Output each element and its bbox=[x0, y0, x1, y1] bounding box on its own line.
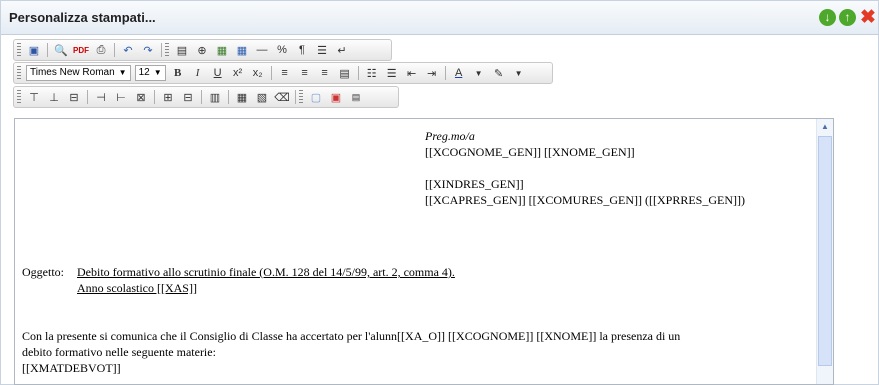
horizontal-rule-icon[interactable]: — bbox=[254, 42, 270, 58]
separator bbox=[47, 43, 48, 57]
indent-icon[interactable]: ⇥ bbox=[424, 65, 440, 81]
cell-props-icon[interactable]: ▥ bbox=[207, 89, 223, 105]
separator bbox=[161, 43, 162, 57]
insert-table-icon[interactable]: ▦ bbox=[234, 42, 250, 58]
undo-icon[interactable]: ↶ bbox=[120, 42, 136, 58]
close-icon[interactable]: ✖ bbox=[859, 8, 877, 27]
school-year-text: Anno scolastico [[XAS]] bbox=[77, 281, 197, 295]
grip-handle[interactable] bbox=[165, 43, 169, 57]
outdent-icon[interactable]: ⇤ bbox=[404, 65, 420, 81]
insert-row-above-icon[interactable]: ⊤ bbox=[26, 89, 42, 105]
scrollbar-thumb[interactable] bbox=[818, 136, 832, 366]
ordered-list-icon[interactable]: ☷ bbox=[364, 65, 380, 81]
split-cells-icon[interactable]: ⊟ bbox=[180, 89, 196, 105]
show-blocks-icon[interactable]: ▣ bbox=[328, 89, 344, 105]
merge-cells-icon[interactable]: ⊞ bbox=[160, 89, 176, 105]
separator bbox=[295, 90, 296, 104]
font-size-select[interactable]: 12 ▼ bbox=[134, 65, 166, 81]
save-icon[interactable]: ▣ bbox=[26, 42, 42, 58]
print-icon[interactable]: ⎙ bbox=[93, 42, 109, 58]
font-family-select[interactable]: Times New Roman ▼ bbox=[26, 65, 131, 81]
separator bbox=[114, 43, 115, 57]
address-line-2: [[XINDRES_GEN]] bbox=[425, 177, 524, 191]
insert-col-left-icon[interactable]: ⊣ bbox=[93, 89, 109, 105]
find-icon[interactable]: 🔍 bbox=[53, 42, 69, 58]
line-break-icon[interactable]: ↵ bbox=[334, 42, 350, 58]
chevron-down-icon: ▼ bbox=[118, 68, 127, 77]
separator bbox=[154, 90, 155, 104]
source-icon[interactable]: ▤ bbox=[348, 89, 364, 105]
separator bbox=[444, 66, 446, 80]
page-break-icon[interactable]: ☰ bbox=[314, 42, 330, 58]
pdf-icon[interactable]: PDF bbox=[73, 42, 89, 58]
title-bar: Personalizza stampati... ↓ ↑ ✖ bbox=[1, 1, 878, 35]
align-left-icon[interactable]: ≡ bbox=[277, 65, 293, 81]
table-copy-icon[interactable]: ▧ bbox=[254, 89, 270, 105]
eraser-icon[interactable]: ⌫ bbox=[274, 89, 290, 105]
highlight-icon[interactable]: ✎ bbox=[491, 65, 507, 81]
separator bbox=[201, 90, 202, 104]
borders-icon[interactable]: ▢ bbox=[308, 89, 324, 105]
table-props-icon[interactable]: ▦ bbox=[234, 89, 250, 105]
underline-icon[interactable]: U bbox=[210, 65, 226, 81]
align-center-icon[interactable]: ≡ bbox=[297, 65, 313, 81]
body-line-3: [[XMATDEBVOT]] bbox=[22, 361, 121, 375]
separator bbox=[228, 90, 229, 104]
special-char-icon[interactable]: % bbox=[274, 42, 290, 58]
customize-print-window: Personalizza stampati... ↓ ↑ ✖ ▣ 🔍 PDF ⎙… bbox=[0, 0, 879, 385]
document-editor[interactable]: Preg.mo/a [[XCOGNOME_GEN]] [[XNOME_GEN]]… bbox=[14, 118, 834, 385]
separator bbox=[270, 66, 272, 80]
bold-icon[interactable]: B bbox=[170, 65, 186, 81]
unordered-list-icon[interactable]: ☰ bbox=[384, 65, 400, 81]
grip-handle[interactable] bbox=[299, 90, 303, 104]
move-up-icon[interactable]: ↑ bbox=[839, 9, 856, 26]
chevron-down-icon[interactable]: ▼ bbox=[471, 65, 487, 81]
align-right-icon[interactable]: ≡ bbox=[317, 65, 333, 81]
subscript-icon[interactable]: x₂ bbox=[250, 65, 266, 81]
document-body[interactable]: Preg.mo/a [[XCOGNOME_GEN]] [[XNOME_GEN]]… bbox=[15, 119, 815, 384]
delete-col-icon[interactable]: ⊠ bbox=[133, 89, 149, 105]
move-down-icon[interactable]: ↓ bbox=[819, 9, 836, 26]
font-size-value: 12 bbox=[138, 67, 150, 78]
grip-handle[interactable] bbox=[17, 90, 21, 104]
chevron-down-icon: ▼ bbox=[153, 68, 162, 77]
body-line-2: debito formativo nelle seguente materie: bbox=[22, 345, 216, 359]
justify-icon[interactable]: ▤ bbox=[337, 65, 353, 81]
separator bbox=[357, 66, 359, 80]
toolbar-row-1: ▣ 🔍 PDF ⎙ ↶ ↷ ▤ ⊕ ▦ ▦ — % ¶ ☰ ↵ bbox=[13, 39, 392, 61]
greeting-line: Preg.mo/a bbox=[425, 129, 475, 143]
address-line-3: [[XCAPRES_GEN]] [[XCOMURES_GEN]] ([[XPRR… bbox=[425, 193, 745, 207]
vertical-scrollbar[interactable]: ▲ bbox=[816, 119, 833, 384]
insert-row-below-icon[interactable]: ⊥ bbox=[46, 89, 62, 105]
delete-row-icon[interactable]: ⊟ bbox=[66, 89, 82, 105]
insert-symbol-icon[interactable]: ⊕ bbox=[194, 42, 210, 58]
grip-handle[interactable] bbox=[17, 43, 21, 57]
subject-text: Debito formativo allo scrutinio finale (… bbox=[77, 265, 455, 279]
separator bbox=[87, 90, 88, 104]
body-line-1: Con la presente si comunica che il Consi… bbox=[22, 329, 681, 343]
address-line-1: [[XCOGNOME_GEN]] [[XNOME_GEN]] bbox=[425, 145, 635, 159]
toolbar-row-3: ⊤ ⊥ ⊟ ⊣ ⊢ ⊠ ⊞ ⊟ ▥ ▦ ▧ ⌫ ▢ ▣ ▤ bbox=[13, 86, 399, 108]
redo-icon[interactable]: ↷ bbox=[140, 42, 156, 58]
insert-col-right-icon[interactable]: ⊢ bbox=[113, 89, 129, 105]
window-title: Personalizza stampati... bbox=[9, 10, 156, 25]
subject-label: Oggetto: bbox=[22, 265, 64, 279]
font-color-icon[interactable]: A bbox=[451, 65, 467, 81]
toolbar-row-2: Times New Roman ▼ 12 ▼ B I U x² x₂ ≡ ≡ ≡ ▤… bbox=[13, 62, 553, 84]
italic-icon[interactable]: I bbox=[190, 65, 206, 81]
insert-image-icon[interactable]: ▦ bbox=[214, 42, 230, 58]
font-family-value: Times New Roman bbox=[30, 67, 115, 78]
grip-handle[interactable] bbox=[17, 66, 21, 80]
scroll-up-icon[interactable]: ▲ bbox=[818, 120, 832, 134]
superscript-icon[interactable]: x² bbox=[230, 65, 246, 81]
chevron-down-icon[interactable]: ▼ bbox=[511, 65, 527, 81]
textfield-icon[interactable]: ▤ bbox=[174, 42, 190, 58]
pilcrow-icon[interactable]: ¶ bbox=[294, 42, 310, 58]
